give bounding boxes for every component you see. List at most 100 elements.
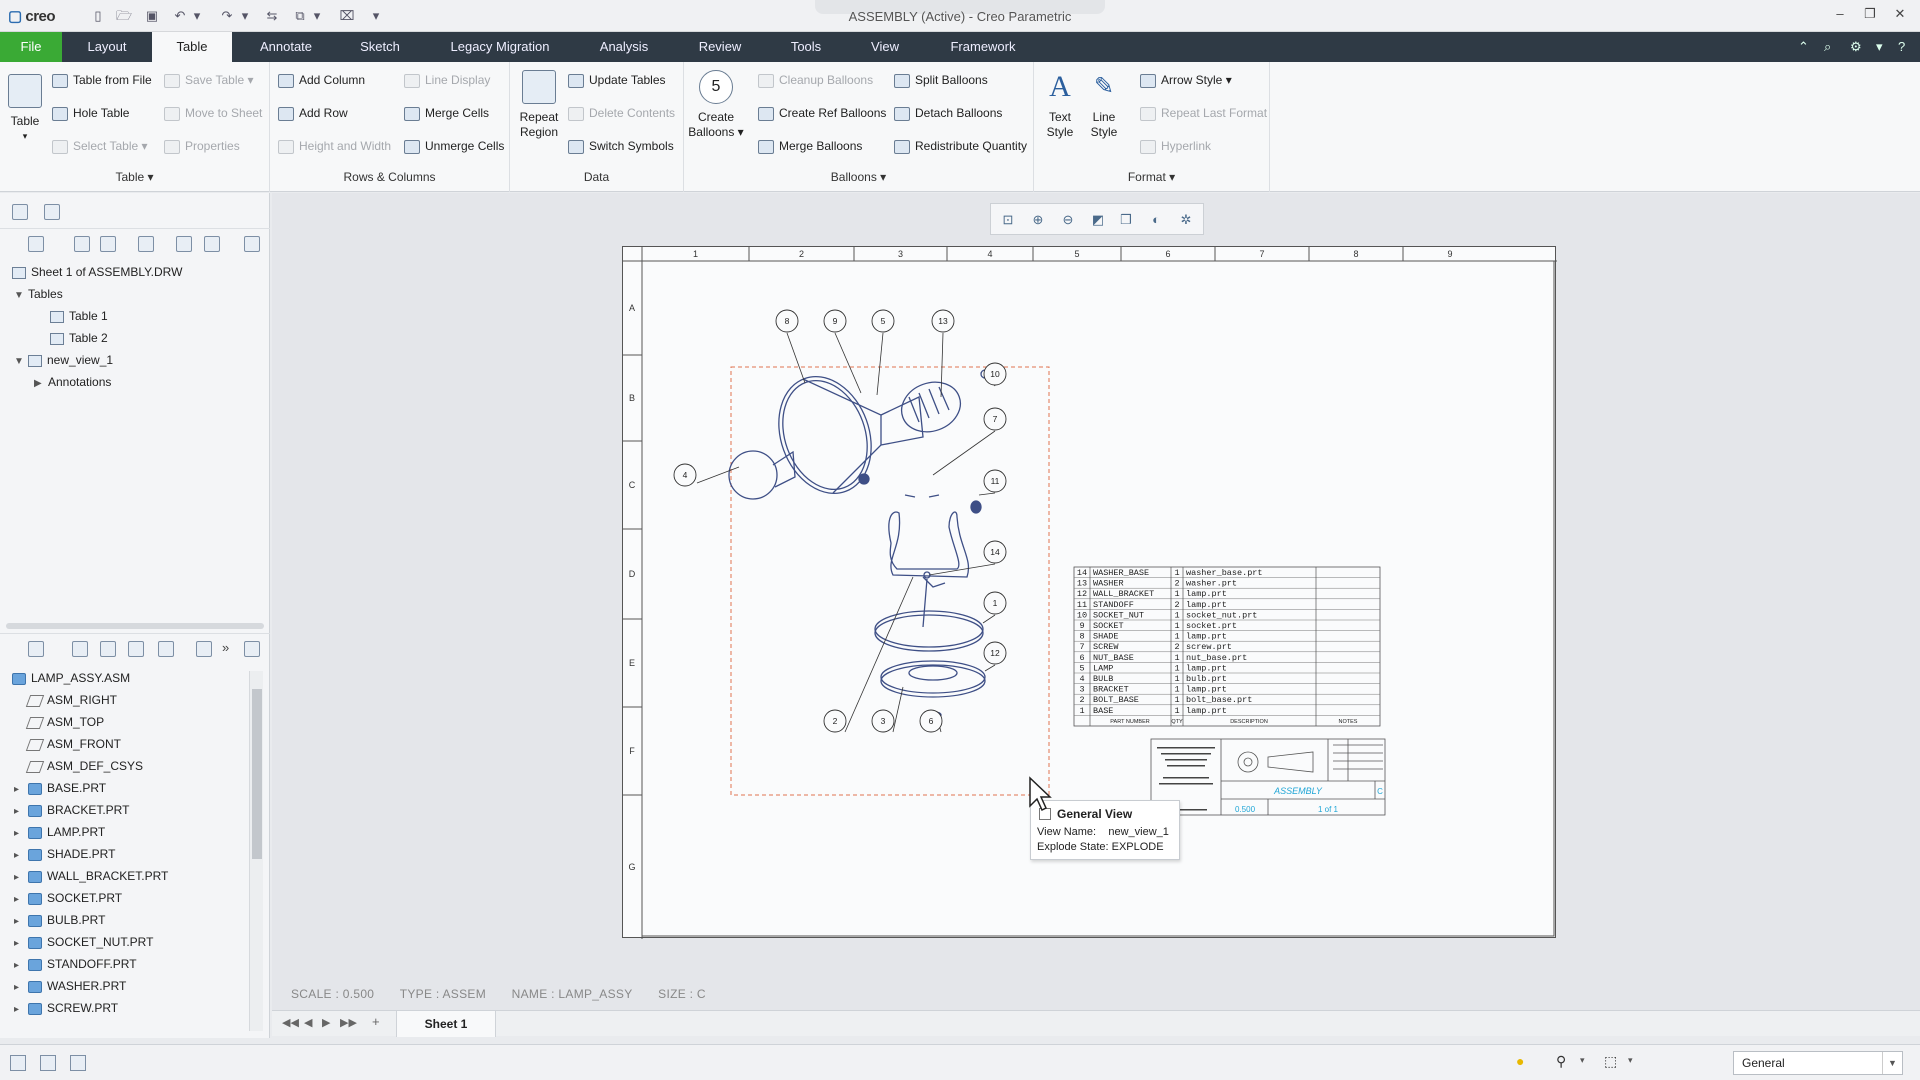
model-tree-item[interactable]: ▸ LAMP.PRT xyxy=(14,822,105,842)
unmerge-cells-button[interactable]: Unmerge Cells xyxy=(404,135,504,157)
repeat-region-button[interactable]: Repeat Region xyxy=(516,70,562,140)
drawing-tree-tab-icon[interactable] xyxy=(12,204,28,220)
expand-arrow-icon[interactable]: ▸ xyxy=(14,934,24,954)
drawing-tree-root[interactable]: Sheet 1 of ASSEMBLY.DRW xyxy=(12,262,182,282)
model-tree-item[interactable]: ▸ BULB.PRT xyxy=(14,910,105,930)
repaint-icon[interactable]: ◩ xyxy=(1089,211,1107,229)
model-tree-settings-icon[interactable] xyxy=(28,641,44,657)
first-sheet-icon[interactable]: ◀◀ xyxy=(282,1016,299,1029)
layers-icon[interactable] xyxy=(176,236,192,252)
column-display-icon[interactable] xyxy=(158,641,174,657)
redistribute-quantity-button[interactable]: Redistribute Quantity xyxy=(894,135,1027,157)
expand-arrow-icon[interactable]: ▸ xyxy=(14,956,24,976)
find-dropdown-icon[interactable]: ▾ xyxy=(1580,1055,1585,1066)
panel-options-icon[interactable] xyxy=(244,236,260,252)
model-tree-item[interactable]: ▸ WALL_BRACKET.PRT xyxy=(14,866,168,886)
line-display-button[interactable]: Line Display xyxy=(404,69,490,91)
display-style-icon[interactable]: ❒ xyxy=(1117,211,1135,229)
model-tree-item[interactable]: ASM_RIGHT xyxy=(14,690,117,710)
search-icon[interactable]: ⌕ xyxy=(1824,39,1831,55)
minimize-ribbon-icon[interactable]: ⌃ xyxy=(1798,39,1809,55)
tree-node-annotations[interactable]: ▶ Annotations xyxy=(34,372,111,392)
datum-display-icon[interactable]: ◐ xyxy=(1147,211,1165,229)
update-tables-button[interactable]: Update Tables xyxy=(568,69,666,91)
scroll-thumb[interactable] xyxy=(252,689,262,859)
tab-sketch[interactable]: Sketch xyxy=(340,32,420,62)
model-tree-root[interactable]: LAMP_ASSY.ASM xyxy=(12,668,130,688)
chevron-down-icon[interactable]: ▼ xyxy=(1882,1052,1902,1074)
tab-legacy-migration[interactable]: Legacy Migration xyxy=(438,32,562,62)
text-style-button[interactable]: A Text Style xyxy=(1038,70,1082,140)
help-icon[interactable]: ? xyxy=(1898,39,1905,54)
zoom-in-icon[interactable]: ⊕ xyxy=(1029,211,1047,229)
add-row-button[interactable]: Add Row xyxy=(278,102,348,124)
hyperlink-button[interactable]: Hyperlink xyxy=(1140,135,1211,157)
folder-browser-tab-icon[interactable] xyxy=(44,204,60,220)
tab-layout[interactable]: Layout xyxy=(74,32,140,62)
more-tools-icon[interactable]: » xyxy=(222,640,229,655)
expand-arrow-icon[interactable]: ▸ xyxy=(14,912,24,932)
model-tree-item[interactable]: ▸ STANDOFF.PRT xyxy=(14,954,137,974)
toggle-navigator-icon[interactable] xyxy=(10,1055,26,1071)
last-sheet-icon[interactable]: ▶▶ xyxy=(340,1016,357,1029)
move-to-sheet-button[interactable]: Move to Sheet xyxy=(164,102,262,124)
select-table-button[interactable]: Select Table ▾ xyxy=(52,135,148,157)
model-tree-item[interactable]: ▸ SOCKET.PRT xyxy=(14,888,122,908)
properties-button[interactable]: Properties xyxy=(164,135,240,157)
tree-node-table-1[interactable]: Table 1 xyxy=(50,306,108,326)
expand-model-icon[interactable] xyxy=(100,641,116,657)
line-style-button[interactable]: ✎ Line Style xyxy=(1082,70,1126,140)
expand-tree-icon[interactable] xyxy=(74,236,90,252)
tree-filter-icon[interactable] xyxy=(196,641,212,657)
collapse-model-icon[interactable] xyxy=(128,641,144,657)
show-icon[interactable] xyxy=(72,641,88,657)
drawing-tree-settings-icon[interactable] xyxy=(28,236,44,252)
expand-arrow-icon[interactable]: ▸ xyxy=(14,1000,24,1020)
selection-filter-select[interactable]: General ▼ xyxy=(1733,1051,1903,1075)
tab-table[interactable]: Table xyxy=(152,32,232,62)
full-screen-icon[interactable] xyxy=(70,1055,86,1071)
toggle-browser-icon[interactable] xyxy=(40,1055,56,1071)
minimize-icon[interactable]: – xyxy=(1826,6,1854,26)
options-dropdown-icon[interactable]: ▾ xyxy=(1876,39,1883,55)
tab-review[interactable]: Review xyxy=(680,32,760,62)
add-column-button[interactable]: Add Column xyxy=(278,69,365,91)
height-width-button[interactable]: Height and Width xyxy=(278,135,391,157)
table-group-label[interactable]: Table ▾ xyxy=(0,170,269,184)
model-tree-scrollbar[interactable] xyxy=(249,671,263,1031)
learning-connector-icon[interactable]: ⚙ xyxy=(1850,39,1862,55)
model-tree-item[interactable]: ▸ SOCKET_NUT.PRT xyxy=(14,932,153,952)
cleanup-balloons-button[interactable]: Cleanup Balloons xyxy=(758,69,873,91)
add-sheet-icon[interactable]: + xyxy=(372,1014,380,1029)
model-tree-item[interactable]: ▸ SCREW.PRT xyxy=(14,998,118,1018)
expand-arrow-icon[interactable]: ▸ xyxy=(14,868,24,888)
collapse-tree-icon[interactable] xyxy=(100,236,116,252)
find-icon[interactable]: ⚲ xyxy=(1556,1053,1566,1070)
merge-cells-button[interactable]: Merge Cells xyxy=(404,102,489,124)
zoom-out-icon[interactable]: ⊖ xyxy=(1059,211,1077,229)
balloons-group-label[interactable]: Balloons ▾ xyxy=(684,170,1033,184)
switch-symbols-button[interactable]: Switch Symbols xyxy=(568,135,674,157)
model-tree-item[interactable]: ▸ SHADE.PRT xyxy=(14,844,115,864)
selection-dropdown-icon[interactable]: ▾ xyxy=(1628,1055,1633,1066)
show-annotations-icon[interactable] xyxy=(138,236,154,252)
layer-tree-icon[interactable] xyxy=(204,236,220,252)
table-big-button[interactable]: Table ▾ xyxy=(6,74,44,144)
model-tree-item[interactable]: ASM_FRONT xyxy=(14,734,121,754)
tree-node-tables[interactable]: ▼ Tables xyxy=(14,284,63,304)
expand-arrow-icon[interactable]: ▸ xyxy=(14,780,24,800)
arrow-style-button[interactable]: Arrow Style ▾ xyxy=(1140,69,1232,91)
tab-file[interactable]: File xyxy=(0,32,62,62)
restore-icon[interactable]: ❐ xyxy=(1856,6,1884,26)
model-tree-item[interactable]: ▸ WASHER.PRT xyxy=(14,976,126,996)
panel-splitter[interactable] xyxy=(6,623,264,629)
sheet-1-tab[interactable]: Sheet 1 xyxy=(396,1011,496,1037)
format-group-label[interactable]: Format ▾ xyxy=(1034,170,1269,184)
next-sheet-icon[interactable]: ▶ xyxy=(322,1016,330,1029)
expand-arrow-icon[interactable]: ▸ xyxy=(14,846,24,866)
tree-node-new-view-1[interactable]: ▼ new_view_1 xyxy=(14,350,113,370)
create-ref-balloons-button[interactable]: Create Ref Balloons xyxy=(758,102,886,124)
create-balloons-button[interactable]: 5 Create Balloons ▾ xyxy=(688,70,744,140)
refit-icon[interactable]: ⊡ xyxy=(999,211,1017,229)
selection-box-icon[interactable]: ⬚ xyxy=(1604,1053,1617,1070)
